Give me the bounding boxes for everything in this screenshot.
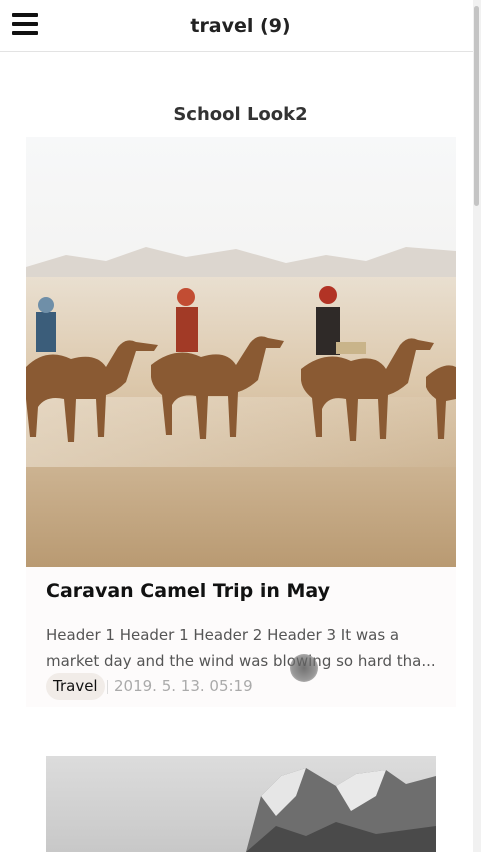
top-bar: travel (9) (0, 0, 473, 52)
post-thumbnail[interactable] (46, 756, 436, 852)
category-tag[interactable]: Travel (46, 673, 105, 700)
post-title[interactable]: Caravan Camel Trip in May (46, 580, 330, 602)
post-card[interactable]: Caravan Camel Trip in May Header 1 Heade… (26, 567, 456, 707)
touch-indicator (290, 654, 318, 682)
post-thumbnail[interactable] (26, 137, 456, 567)
section-title: School Look2 (173, 104, 308, 125)
post-date: 2019. 5. 13. 05:19 (114, 677, 253, 695)
page-title: travel (9) (190, 15, 291, 37)
scrollbar[interactable] (473, 0, 481, 852)
meta-divider (107, 680, 108, 694)
post-excerpt: Header 1 Header 1 Header 2 Header 3 It w… (46, 626, 436, 670)
